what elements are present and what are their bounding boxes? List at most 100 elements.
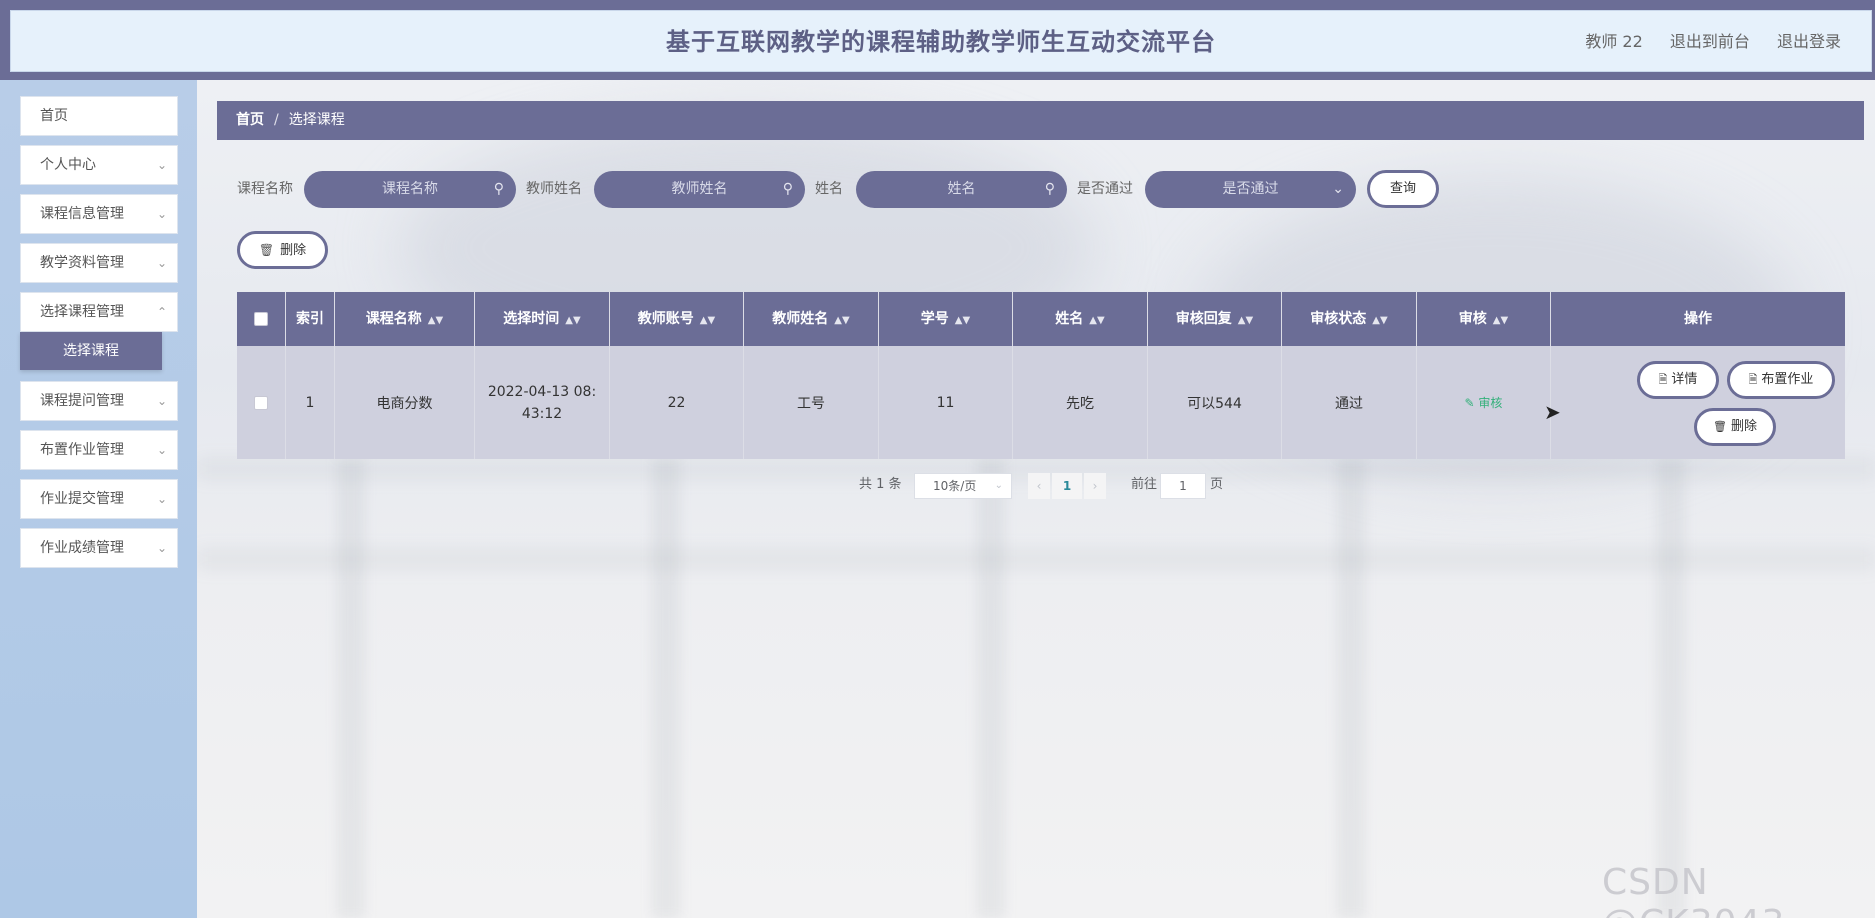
row-checkbox[interactable] bbox=[254, 395, 268, 410]
sidebar-item-home[interactable]: 首页 bbox=[20, 96, 178, 136]
cell-name: 先吃 bbox=[1013, 346, 1148, 459]
cell-audit-reply: 可以544 bbox=[1148, 346, 1282, 459]
search-icon: ⚲ bbox=[493, 181, 504, 197]
col-student-id-label: 学号 bbox=[920, 311, 949, 327]
detail-button-label: 详情 bbox=[1671, 372, 1698, 387]
audit-link-label: 审核 bbox=[1478, 396, 1503, 410]
page-number-current[interactable]: 1 bbox=[1052, 473, 1082, 499]
col-course-name-label: 课程名称 bbox=[365, 311, 422, 327]
cell-operation: 🗎 详情 🗎 布置作业 🗑 删除 bbox=[1551, 346, 1845, 459]
header-links: 教师 22 退出到前台 退出登录 bbox=[1563, 11, 1841, 73]
chevron-left-icon: ‹ bbox=[1036, 479, 1042, 493]
chevron-down-icon: ⌄ bbox=[156, 394, 167, 408]
goto-page-input[interactable]: 1 bbox=[1160, 473, 1206, 499]
sort-icon[interactable]: ▲▼ bbox=[955, 315, 970, 326]
chevron-down-icon: ⌄ bbox=[994, 480, 1003, 491]
sidebar-item-assign-homework[interactable]: 布置作业管理 ⌄ bbox=[20, 430, 178, 470]
next-page-button[interactable]: › bbox=[1084, 473, 1106, 499]
cell-teacher-account: 22 bbox=[610, 346, 744, 459]
col-audit-reply-label: 审核回复 bbox=[1175, 311, 1232, 327]
sidebar-item-label: 个人中心 bbox=[40, 157, 96, 173]
chevron-down-icon: ⌄ bbox=[156, 541, 167, 555]
search-icon: ⚲ bbox=[782, 181, 793, 197]
sidebar-item-course-questions[interactable]: 课程提问管理 ⌄ bbox=[20, 381, 178, 421]
page-size-select[interactable]: 10条/页 ⌄ bbox=[914, 473, 1012, 499]
row-delete-button-label: 删除 bbox=[1730, 419, 1757, 434]
sort-icon[interactable]: ▲▼ bbox=[700, 315, 715, 326]
table-header: 索引 课程名称 ▲▼ 选择时间 ▲▼ 教师账号 ▲▼ 教师姓名 ▲▼ 学号 ▲▼ 姓名 ▲▼… bbox=[237, 292, 1845, 346]
cell-teacher-name: 工号 bbox=[744, 346, 879, 459]
bulk-delete-button[interactable]: 🗑 删除 bbox=[237, 231, 328, 269]
chevron-down-icon: ⌄ bbox=[156, 256, 167, 270]
cell-course-name: 电商分数 bbox=[335, 346, 475, 459]
sort-icon[interactable]: ▲▼ bbox=[565, 315, 580, 326]
course-name-input[interactable]: 课程名称 ⚲ bbox=[304, 171, 516, 208]
watermark: CSDN @CK3043 bbox=[1602, 862, 1784, 918]
course-name-placeholder: 课程名称 bbox=[382, 181, 438, 197]
passed-select[interactable]: 是否通过 ⌄ bbox=[1145, 171, 1356, 208]
student-name-input[interactable]: 姓名 ⚲ bbox=[856, 171, 1067, 208]
sidebar-item-homework-grades[interactable]: 作业成绩管理 ⌄ bbox=[20, 528, 178, 568]
exit-to-front-link[interactable]: 退出到前台 bbox=[1670, 32, 1750, 51]
breadcrumb: 首页 / 选择课程 bbox=[217, 101, 1864, 140]
sort-icon[interactable]: ▲▼ bbox=[1372, 315, 1387, 326]
header-panel: 基于互联网教学的课程辅助教学师生互动交流平台 教师 22 退出到前台 退出登录 bbox=[10, 10, 1872, 72]
sidebar-item-label: 布置作业管理 bbox=[40, 442, 124, 458]
sort-icon[interactable]: ▲▼ bbox=[1493, 315, 1508, 326]
col-audit-status-label: 审核状态 bbox=[1310, 311, 1367, 327]
chevron-down-icon: ⌄ bbox=[1332, 181, 1344, 197]
teacher-name-placeholder: 教师姓名 bbox=[671, 181, 728, 197]
select-all-cell bbox=[237, 292, 286, 346]
breadcrumb-separator: / bbox=[274, 112, 279, 128]
prev-page-button[interactable]: ‹ bbox=[1028, 473, 1050, 499]
breadcrumb-home[interactable]: 首页 bbox=[236, 112, 264, 128]
sidebar-item-teaching-materials[interactable]: 教学资料管理 ⌄ bbox=[20, 243, 178, 283]
sidebar-item-course-selection[interactable]: 选择课程管理 ⌃ bbox=[20, 292, 178, 332]
sort-icon[interactable]: ▲▼ bbox=[834, 315, 849, 326]
document-icon: 🗎 bbox=[1658, 373, 1668, 386]
teacher-name-input[interactable]: 教师姓名 ⚲ bbox=[594, 171, 805, 208]
sort-icon[interactable]: ▲▼ bbox=[1238, 315, 1253, 326]
col-audit-status[interactable]: 审核状态 ▲▼ bbox=[1282, 292, 1417, 346]
chevron-up-icon: ⌃ bbox=[156, 305, 167, 319]
row-delete-button[interactable]: 🗑 删除 bbox=[1694, 408, 1776, 446]
trash-icon: 🗑 bbox=[258, 243, 275, 257]
chevron-down-icon: ⌄ bbox=[156, 158, 167, 172]
current-user: 教师 22 bbox=[1585, 32, 1643, 51]
sidebar-item-label: 选择课程管理 bbox=[40, 304, 124, 320]
passed-placeholder: 是否通过 bbox=[1222, 181, 1279, 197]
col-name-label: 姓名 bbox=[1055, 311, 1084, 327]
audit-link[interactable]: ✎ 审核 bbox=[1465, 394, 1503, 411]
sidebar-item-label: 作业提交管理 bbox=[40, 491, 124, 507]
assign-homework-button[interactable]: 🗎 布置作业 bbox=[1727, 361, 1835, 399]
col-student-id[interactable]: 学号 ▲▼ bbox=[879, 292, 1013, 346]
col-audit[interactable]: 审核 ▲▼ bbox=[1417, 292, 1551, 346]
sidebar-subitem-select-course[interactable]: 选择课程 bbox=[20, 332, 162, 370]
col-select-time[interactable]: 选择时间 ▲▼ bbox=[475, 292, 610, 346]
top-bar: 基于互联网教学的课程辅助教学师生互动交流平台 教师 22 退出到前台 退出登录 bbox=[0, 0, 1875, 80]
detail-button[interactable]: 🗎 详情 bbox=[1637, 361, 1719, 399]
trash-icon: 🗑 bbox=[1713, 420, 1727, 433]
sidebar-item-personal-center[interactable]: 个人中心 ⌄ bbox=[20, 145, 178, 185]
page-unit-label: 页 bbox=[1210, 477, 1224, 492]
sidebar-item-homework-submission[interactable]: 作业提交管理 ⌄ bbox=[20, 479, 178, 519]
query-button[interactable]: 查询 bbox=[1367, 170, 1439, 208]
sort-icon[interactable]: ▲▼ bbox=[428, 315, 443, 326]
cell-index: 1 bbox=[286, 346, 335, 459]
sort-icon[interactable]: ▲▼ bbox=[1089, 315, 1104, 326]
col-teacher-name[interactable]: 教师姓名 ▲▼ bbox=[744, 292, 879, 346]
goto-label: 前往 bbox=[1131, 477, 1158, 492]
chevron-down-icon: ⌄ bbox=[156, 207, 167, 221]
chevron-down-icon: ⌄ bbox=[156, 492, 167, 506]
course-name-label: 课程名称 bbox=[237, 181, 293, 197]
col-name[interactable]: 姓名 ▲▼ bbox=[1013, 292, 1148, 346]
bulk-delete-label: 删除 bbox=[280, 243, 307, 258]
select-all-checkbox[interactable] bbox=[254, 312, 268, 326]
sidebar-item-course-info[interactable]: 课程信息管理 ⌄ bbox=[20, 194, 178, 234]
student-name-label: 姓名 bbox=[815, 181, 843, 197]
cell-audit-status: 通过 bbox=[1282, 346, 1417, 459]
col-teacher-account[interactable]: 教师账号 ▲▼ bbox=[610, 292, 744, 346]
col-course-name[interactable]: 课程名称 ▲▼ bbox=[335, 292, 475, 346]
logout-link[interactable]: 退出登录 bbox=[1777, 32, 1841, 51]
col-audit-reply[interactable]: 审核回复 ▲▼ bbox=[1148, 292, 1282, 346]
